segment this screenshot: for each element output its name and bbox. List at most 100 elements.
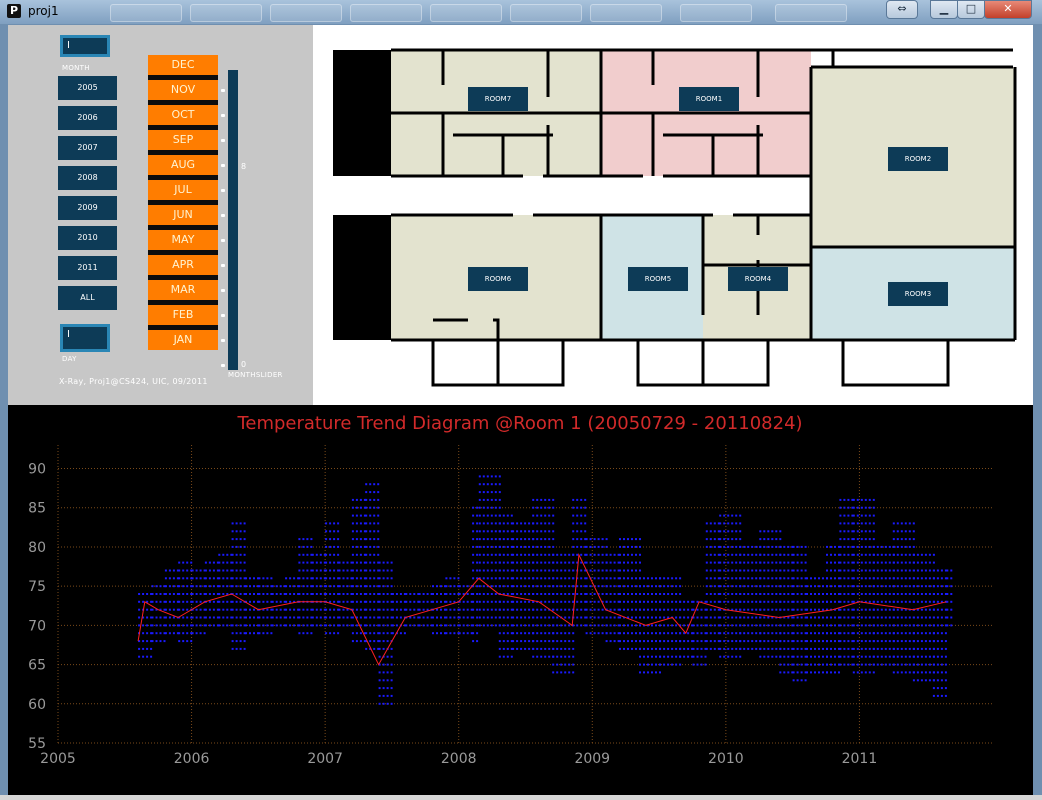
month-slider[interactable]	[228, 70, 238, 370]
data-point	[743, 561, 746, 564]
month-button-mar[interactable]: MAR	[148, 280, 218, 305]
data-point	[843, 553, 846, 556]
data-point	[172, 624, 175, 627]
data-point	[847, 553, 850, 556]
data-point	[524, 577, 527, 580]
data-point	[532, 522, 535, 525]
data-point	[568, 585, 571, 588]
data-point	[900, 545, 903, 548]
room-label-room7[interactable]: ROOM7	[468, 87, 528, 111]
data-point	[705, 561, 708, 564]
data-point	[476, 608, 479, 611]
year-button-all[interactable]: ALL	[58, 286, 117, 310]
month-button-jan[interactable]: JAN	[148, 330, 218, 350]
month-button-oct[interactable]: OCT	[148, 105, 218, 130]
data-point	[218, 608, 221, 611]
month-button-aug[interactable]: AUG	[148, 155, 218, 180]
month-button-jul[interactable]: JUL	[148, 180, 218, 205]
maximize-button[interactable]: □	[957, 0, 985, 19]
data-point	[279, 600, 282, 603]
data-point	[860, 624, 863, 627]
data-point	[204, 569, 207, 572]
month-input[interactable]: I	[60, 35, 110, 57]
data-point	[405, 600, 408, 603]
data-point	[900, 647, 903, 650]
room-label-room1[interactable]: ROOM1	[679, 87, 739, 111]
data-point	[164, 608, 167, 611]
data-point	[275, 593, 278, 595]
data-point	[373, 593, 376, 595]
y-tick-label: 60	[28, 697, 46, 713]
data-point	[342, 593, 345, 595]
month-button-jun[interactable]: JUN	[148, 205, 218, 230]
data-point	[719, 514, 722, 517]
year-button-2009[interactable]: 2009	[58, 196, 117, 220]
year-button-2011[interactable]: 2011	[58, 256, 117, 280]
data-point	[329, 522, 332, 525]
data-point	[627, 538, 629, 541]
month-button-sep[interactable]: SEP	[148, 130, 218, 155]
data-point	[195, 624, 198, 627]
data-point	[806, 608, 808, 611]
data-point	[532, 647, 535, 650]
month-button-dec[interactable]: DEC	[148, 55, 218, 80]
data-point	[593, 553, 596, 556]
data-point	[445, 593, 448, 595]
data-point	[876, 632, 879, 635]
data-point	[472, 608, 475, 611]
close-button[interactable]: ✕	[984, 0, 1032, 19]
data-point	[755, 640, 758, 643]
year-button-2006[interactable]: 2006	[58, 106, 117, 130]
data-point	[150, 655, 153, 658]
month-button-feb[interactable]: FEB	[148, 305, 218, 330]
data-point	[771, 647, 774, 650]
day-input[interactable]: I	[60, 324, 110, 352]
data-point	[378, 624, 381, 627]
data-point	[880, 632, 883, 635]
data-point	[751, 569, 754, 572]
data-point	[536, 616, 539, 619]
data-point	[651, 616, 653, 619]
data-point	[271, 600, 274, 603]
data-point	[864, 593, 867, 595]
data-point	[302, 624, 305, 627]
data-point	[298, 624, 301, 627]
data-point	[544, 585, 547, 588]
month-button-may[interactable]: MAY	[148, 230, 218, 255]
data-point	[548, 600, 551, 603]
room-label-room4[interactable]: ROOM4	[728, 267, 788, 291]
data-point	[212, 624, 215, 627]
data-point	[787, 616, 790, 619]
data-point	[589, 608, 592, 611]
resize-icon[interactable]: ⇔	[886, 0, 918, 19]
data-point	[476, 600, 479, 603]
year-button-2010[interactable]: 2010	[58, 226, 117, 250]
data-point	[580, 577, 583, 580]
room-label-room3[interactable]: ROOM3	[888, 282, 948, 306]
minimize-button[interactable]: ▁	[930, 0, 958, 19]
data-point	[723, 585, 726, 588]
data-point	[486, 561, 489, 564]
data-point	[373, 608, 376, 611]
month-button-nov[interactable]: NOV	[148, 80, 218, 105]
year-button-2005[interactable]: 2005	[58, 76, 117, 100]
data-point	[751, 545, 754, 548]
data-point	[663, 632, 666, 635]
month-button-apr[interactable]: APR	[148, 255, 218, 280]
data-point	[409, 608, 412, 611]
room-label-room5[interactable]: ROOM5	[628, 267, 688, 291]
data-point	[138, 608, 141, 611]
data-point	[860, 561, 863, 564]
room-label-room2[interactable]: ROOM2	[888, 147, 948, 171]
room-label-room6[interactable]: ROOM6	[468, 267, 528, 291]
year-button-2008[interactable]: 2008	[58, 166, 117, 190]
data-point	[723, 640, 726, 643]
data-point	[466, 624, 469, 627]
year-button-2007[interactable]: 2007	[58, 136, 117, 160]
data-point	[723, 538, 726, 541]
data-point	[494, 491, 497, 494]
data-point	[667, 585, 670, 588]
data-point	[675, 608, 678, 611]
data-point	[580, 585, 583, 588]
data-point	[904, 632, 907, 635]
